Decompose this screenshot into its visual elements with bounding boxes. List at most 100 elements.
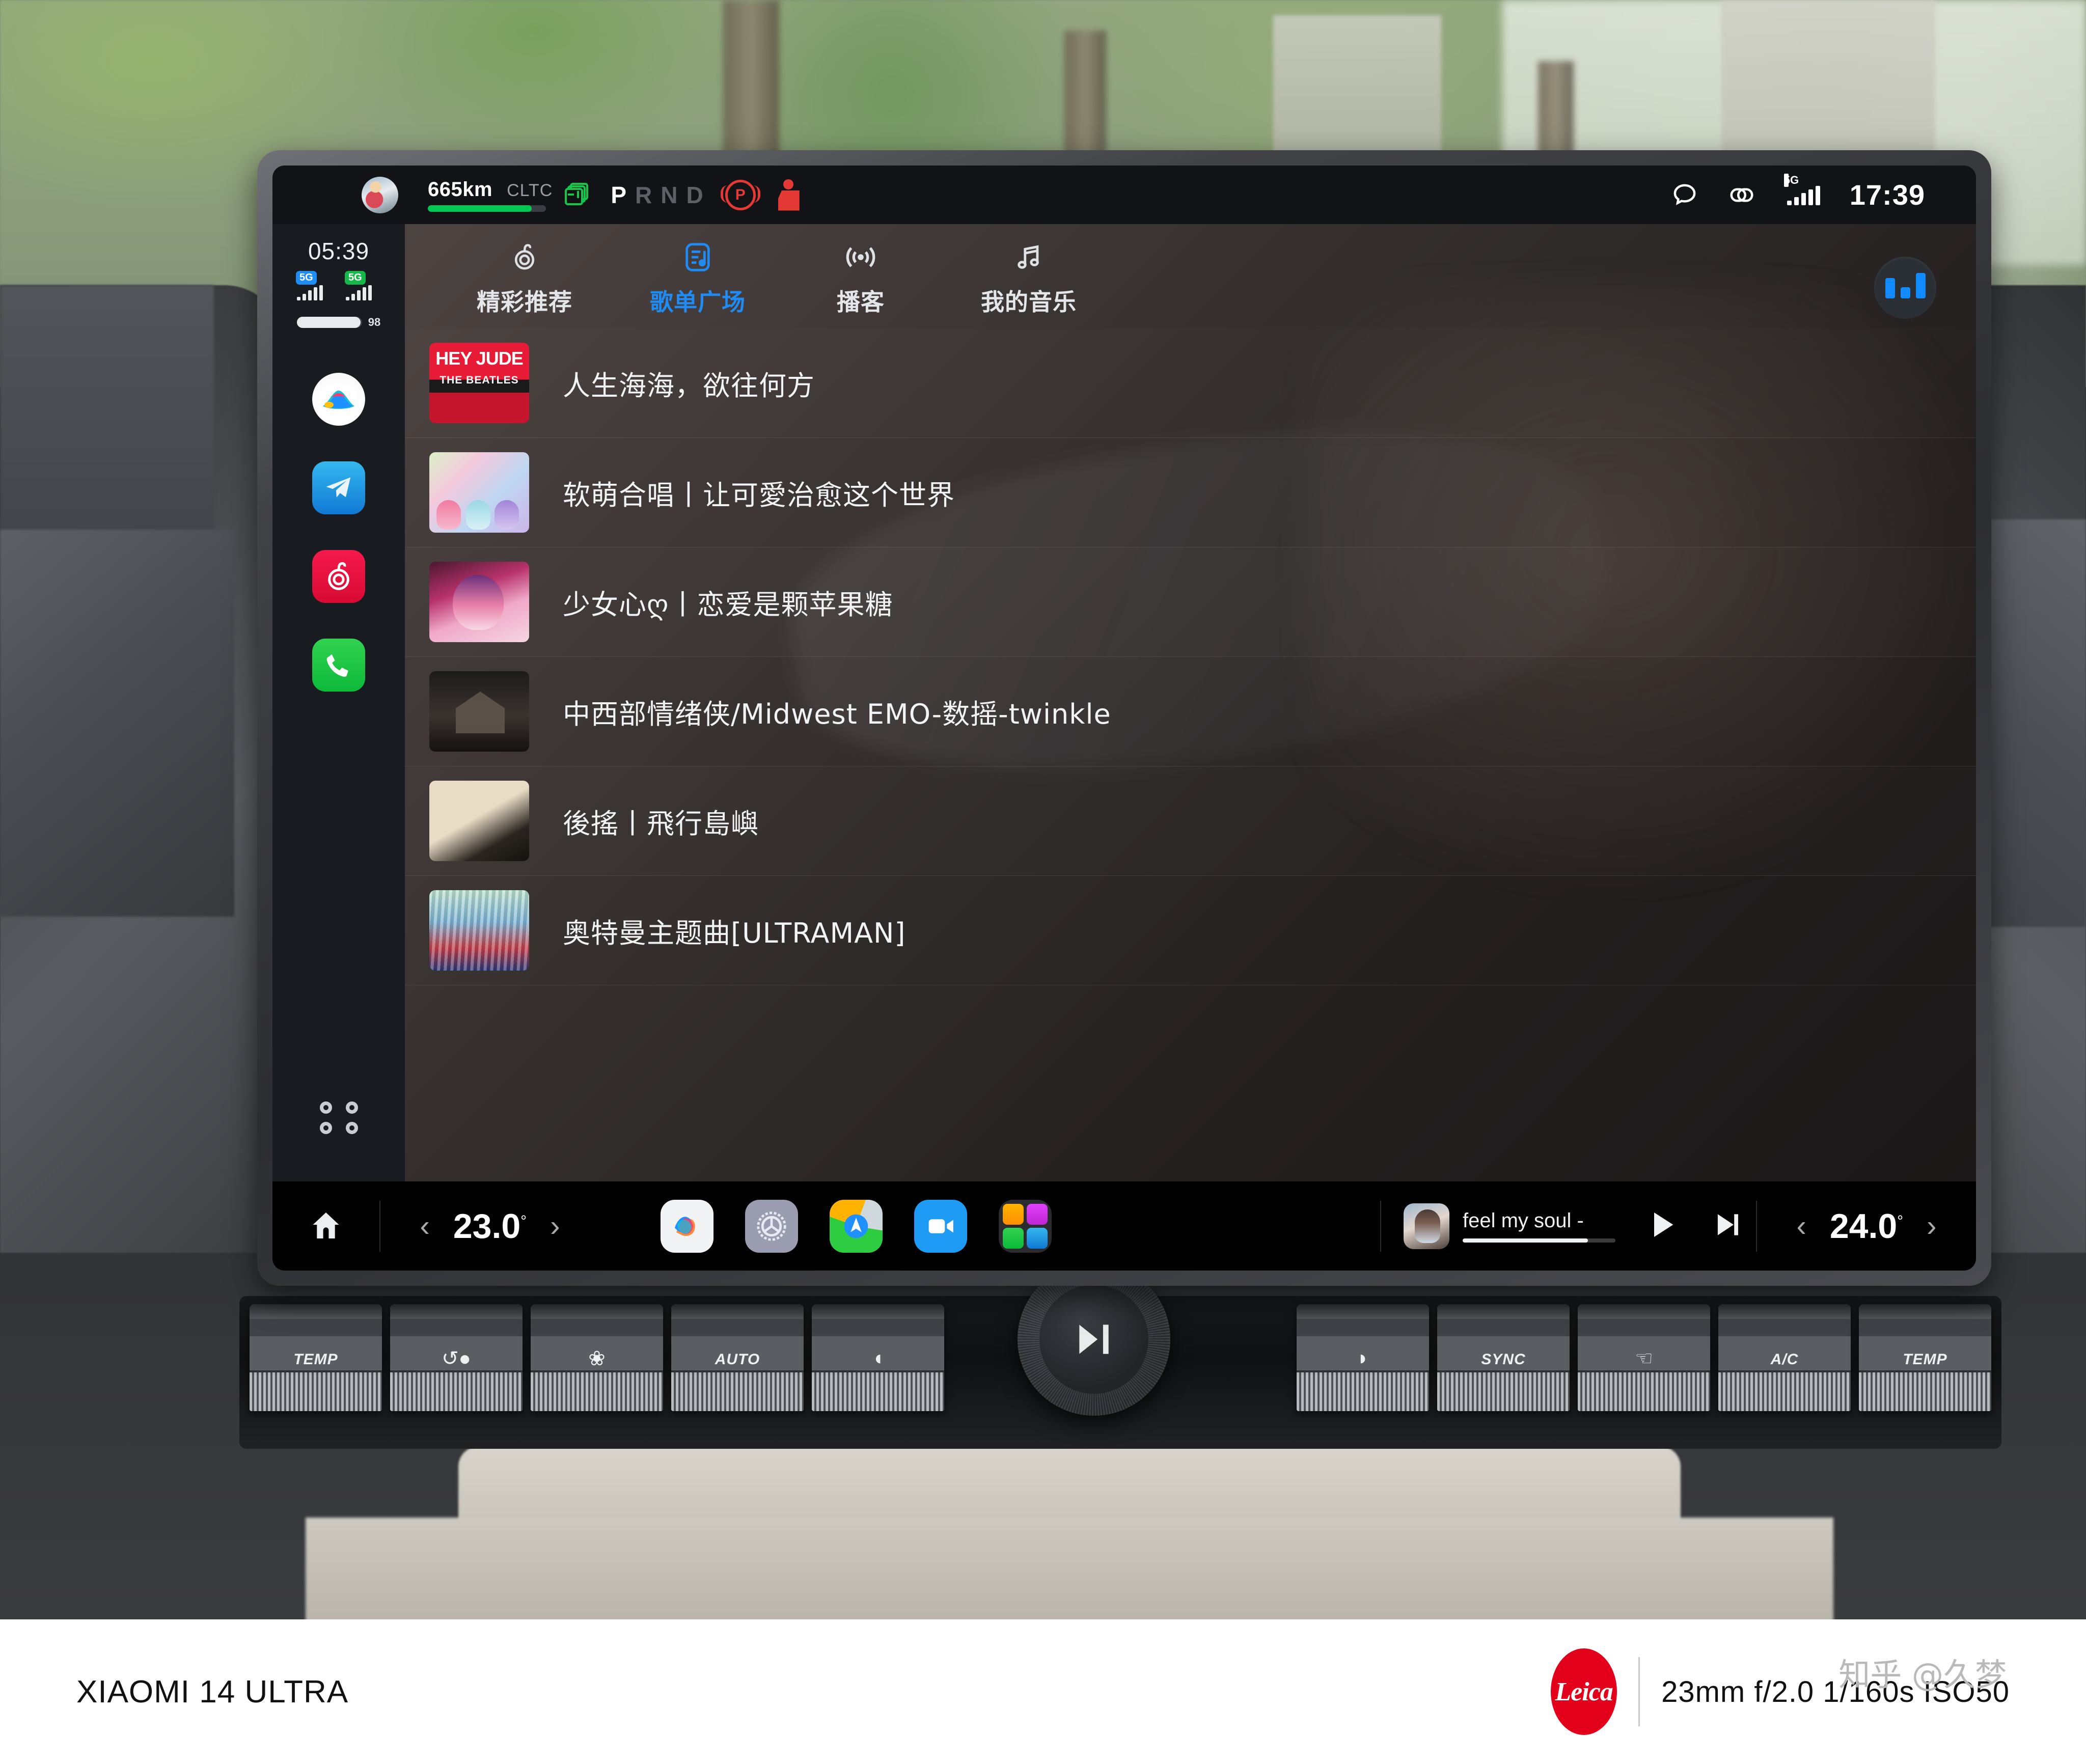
tab-label: 歌单广场 — [650, 288, 746, 316]
volume-fill — [296, 317, 361, 328]
volume-indicator[interactable]: 98 — [272, 316, 405, 329]
key-ridges — [1718, 1372, 1851, 1411]
home-icon[interactable] — [272, 1208, 379, 1245]
now-playing-widget[interactable]: feel my soul - — [1380, 1198, 1756, 1254]
rail-signal-group: 5G 5G — [272, 271, 405, 300]
key-ridges — [1578, 1372, 1710, 1411]
parking-brake-icon: P — [720, 179, 760, 210]
list-item[interactable]: 後搖丨飛行島嶼 — [405, 766, 1976, 876]
folder-app-bluetooth — [1027, 1227, 1048, 1249]
system-taskbar: ‹ 23.0° › feel my soul - ‹ 24.0° › — [272, 1181, 1976, 1271]
tab-label: 播客 — [837, 288, 885, 316]
temp-right-value: 24.0° — [1830, 1206, 1903, 1246]
zhihu-watermark: 知乎 @久梦 — [1838, 1656, 2007, 1693]
now-playing-cover — [1404, 1203, 1449, 1249]
link-icon[interactable] — [1728, 181, 1755, 209]
hvac-key-ac[interactable]: A/C — [1718, 1304, 1851, 1411]
hvac-key-fan[interactable]: ❀ — [531, 1304, 663, 1411]
hvac-key-front-defrost[interactable]: ◗ — [1297, 1304, 1429, 1411]
sim1-network-label: 5G — [296, 271, 317, 285]
rail-app-list — [272, 373, 405, 692]
app-grid-icon[interactable] — [317, 1096, 361, 1140]
range-bar-fill — [428, 205, 532, 212]
volume-track[interactable] — [296, 317, 362, 328]
sim1-signal: 5G — [296, 271, 333, 300]
key-ridges — [1437, 1372, 1570, 1411]
navigation-maps-icon[interactable] — [830, 1199, 883, 1253]
gear-indicator: P R N D — [611, 181, 703, 209]
photo-scene: TEMP ↺● ❀ AUTO ◖ ◗ SYNC ☜ A/C TEMP 665km… — [0, 0, 2086, 1619]
podcast-icon — [843, 238, 879, 277]
tab-my-music[interactable]: 我的音乐 — [970, 238, 1087, 317]
temp-right-unit: ° — [1897, 1212, 1904, 1229]
tab-recommend[interactable]: 精彩推荐 — [471, 238, 578, 317]
list-item[interactable]: 少女心ღ丨恋爱是颗苹果糖 — [405, 547, 1976, 657]
playlist-title: 人生海海，欲往何方 — [563, 369, 815, 402]
temp-right-increase-button[interactable]: › — [1927, 1211, 1936, 1241]
xiaomi-ai-dock-icon[interactable] — [661, 1199, 713, 1253]
sim2-bars — [346, 285, 372, 300]
folder-app-recorder — [1027, 1203, 1048, 1225]
leica-logo: Leica — [1551, 1648, 1617, 1735]
play-icon[interactable] — [1646, 1208, 1679, 1244]
hvac-key-label: SYNC — [1481, 1351, 1526, 1368]
hvac-right-key-group: ◗ SYNC ☜ A/C TEMP — [1297, 1304, 1991, 1411]
temp-left-decrease-button[interactable]: ‹ — [420, 1211, 429, 1241]
equalizer-icon[interactable] — [1874, 257, 1936, 319]
xiaomi-ai-icon[interactable] — [312, 373, 365, 426]
dashcam-icon[interactable] — [914, 1199, 967, 1253]
hvac-key-temp-right[interactable]: TEMP — [1859, 1304, 1991, 1411]
tab-podcast[interactable]: 播客 — [817, 238, 904, 317]
range-bar-track — [428, 205, 546, 212]
next-track-icon[interactable] — [1711, 1209, 1743, 1243]
vehicle-status-bar: 665km CLTC P R N D P 5G 17:39 — [272, 166, 1976, 224]
settings-gear-icon[interactable] — [745, 1199, 798, 1253]
hvac-key-auto[interactable]: AUTO — [671, 1304, 804, 1411]
hvac-key-temp-left[interactable]: TEMP — [250, 1304, 382, 1411]
hvac-key-label: A/C — [1770, 1351, 1799, 1368]
air-recirculation-icon: ↺● — [442, 1347, 471, 1370]
netease-music-icon[interactable] — [312, 550, 365, 603]
hvac-key-sync[interactable]: SYNC — [1437, 1304, 1570, 1411]
list-item[interactable]: 软萌合唱丨让可愛治愈这个世界 — [405, 438, 1976, 547]
hvac-key-air-mode[interactable]: ☜ — [1578, 1304, 1710, 1411]
playlist-title: 少女心ღ丨恋爱是颗苹果糖 — [563, 588, 893, 621]
playlist-cover — [429, 452, 529, 533]
playlist-title: 奥特曼主题曲[ULTRAMAN] — [563, 917, 906, 949]
now-playing-progress-track[interactable] — [1463, 1238, 1615, 1243]
driver-avatar[interactable] — [362, 176, 398, 213]
phone-icon[interactable] — [312, 639, 365, 692]
range-value: 665km — [428, 178, 493, 201]
playlist-list: 人生海海，欲往何方 软萌合唱丨让可愛治愈这个世界 少女心ღ丨恋爱是颗苹果糖 中西… — [405, 328, 1976, 1181]
list-item[interactable]: 奥特曼主题曲[ULTRAMAN] — [405, 876, 1976, 985]
folder-app-phone — [1003, 1227, 1024, 1249]
sim2-signal: 5G — [345, 271, 381, 300]
playlist-title: 软萌合唱丨让可愛治愈这个世界 — [563, 479, 955, 511]
temp-left-increase-button[interactable]: › — [550, 1211, 560, 1241]
list-item[interactable]: 人生海海，欲往何方 — [405, 328, 1976, 438]
gear-d: D — [686, 181, 704, 208]
sim2-network-label: 5G — [345, 271, 366, 285]
infotainment-screen[interactable]: 665km CLTC P R N D P 5G 17:39 05:39 5G 5… — [272, 166, 1976, 1271]
list-item[interactable]: 中西部情绪侠/Midwest EMO-数摇-twinkle — [405, 657, 1976, 766]
caption-divider — [1638, 1657, 1640, 1726]
app-folder-icon[interactable] — [999, 1199, 1052, 1253]
key-lip — [812, 1304, 944, 1319]
play-pause-knob-icon — [1079, 1325, 1109, 1354]
music-app-panel: 精彩推荐 歌单广场 播客 我的音乐 HEY JUDE THE BEATLES 人… — [405, 224, 1976, 1181]
hvac-key-label: AUTO — [715, 1351, 760, 1368]
telegram-icon[interactable] — [312, 461, 365, 514]
hvac-key-recirculation[interactable]: ↺● — [390, 1304, 523, 1411]
volume-play-knob[interactable] — [1018, 1263, 1170, 1416]
leica-wordmark: Leica — [1555, 1677, 1613, 1706]
hvac-key-label: TEMP — [1903, 1351, 1947, 1368]
music-note-icon — [1014, 238, 1044, 277]
tab-playlist-square[interactable]: 歌单广场 — [644, 238, 751, 317]
temp-left-unit: ° — [520, 1212, 527, 1229]
message-bubble-icon[interactable] — [1671, 181, 1698, 209]
temp-right-decrease-button[interactable]: ‹ — [1796, 1211, 1806, 1241]
hvac-key-rear-defrost[interactable]: ◖ — [812, 1304, 944, 1411]
key-ridges — [1297, 1372, 1429, 1411]
driver-temperature-control: ‹ 23.0° › — [380, 1206, 599, 1246]
gear-r: R — [635, 181, 653, 208]
